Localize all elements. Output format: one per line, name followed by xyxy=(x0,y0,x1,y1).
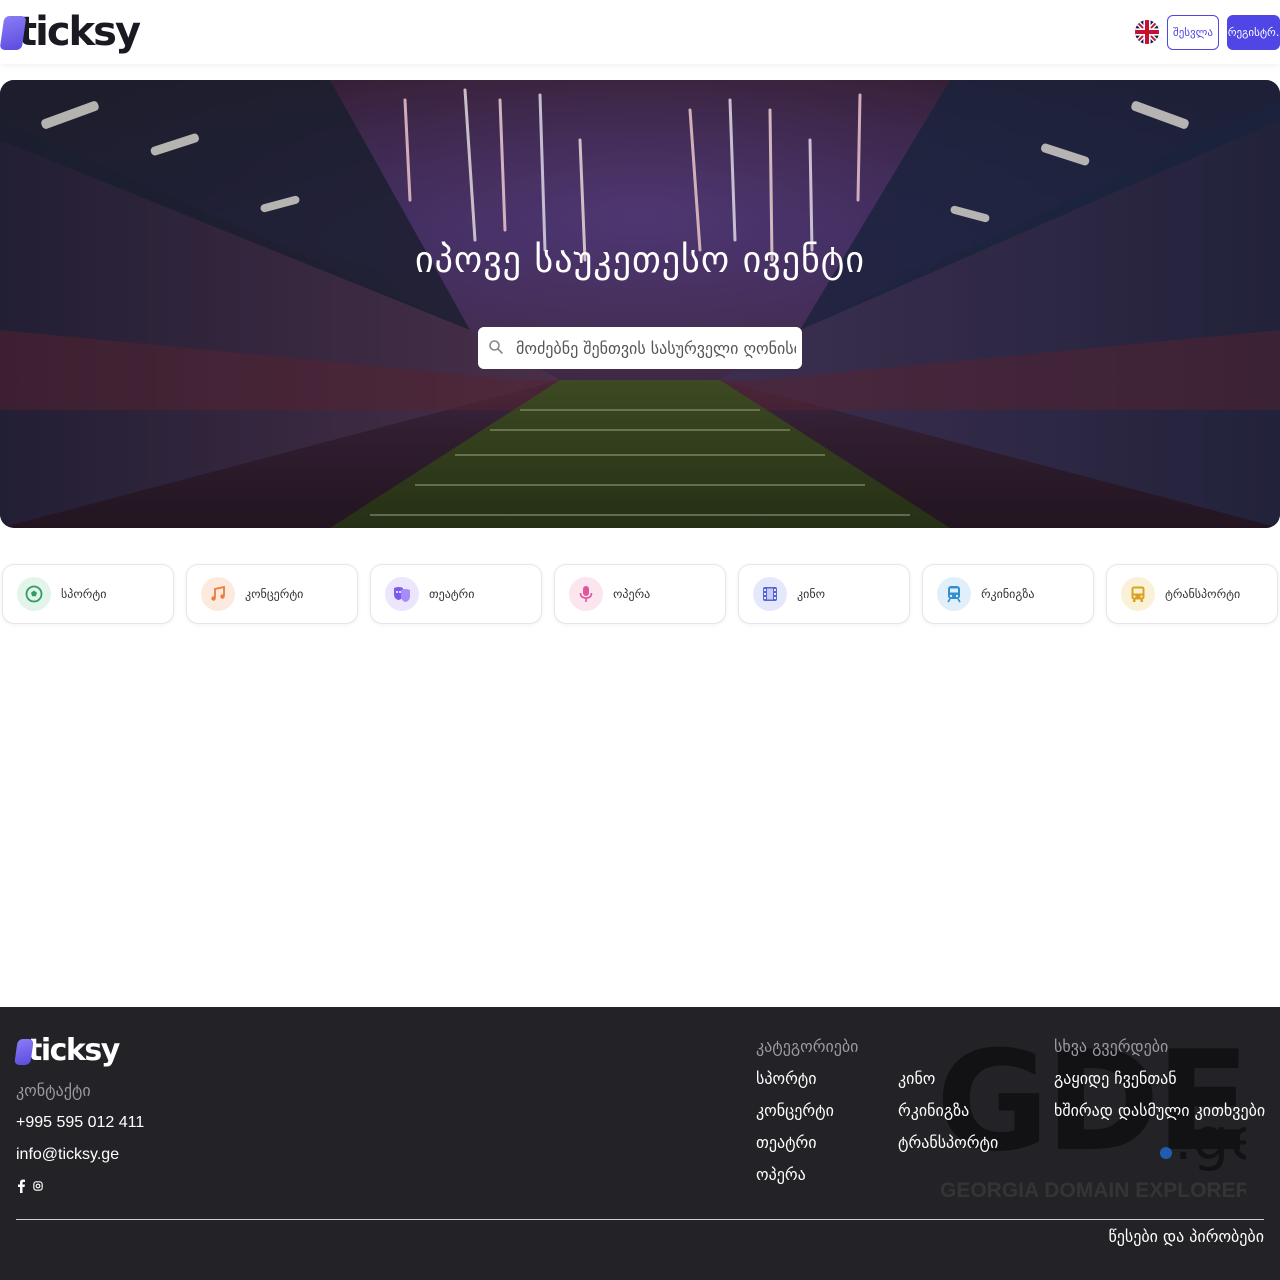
category-list: სპორტი კონცერტი თეატრი ოპერა კინო რკინიგ… xyxy=(2,564,1280,624)
category-label: რკინიგზა xyxy=(981,587,1035,601)
categories-heading: კატეგორიები xyxy=(756,1037,859,1056)
theater-masks-icon xyxy=(385,577,419,611)
bus-icon xyxy=(1121,577,1155,611)
search-input[interactable] xyxy=(516,327,796,369)
category-label: კინო xyxy=(797,587,826,601)
site-footer: GDE .ge GEORGIA DOMAIN EXPLORER ticksy კ… xyxy=(0,1007,1280,1280)
footer-link-railway[interactable]: რკინიგზა xyxy=(898,1101,969,1120)
other-pages-heading: სხვა გვერდები xyxy=(1054,1037,1169,1056)
facebook-icon[interactable] xyxy=(16,1179,26,1193)
footer-link-faq[interactable]: ხშირად დასმული კითხვები xyxy=(1054,1101,1265,1120)
login-button[interactable]: შესვლა xyxy=(1167,15,1219,50)
event-search-box[interactable] xyxy=(478,327,802,369)
footer-link-cinema[interactable]: კინო xyxy=(898,1069,935,1088)
hero-banner: იპოვე საუკეთესო ივენტი xyxy=(0,80,1280,528)
category-card-concert[interactable]: კონცერტი xyxy=(186,564,358,624)
contact-heading: კონტაქტი xyxy=(16,1081,91,1100)
category-label: თეატრი xyxy=(429,587,475,601)
top-header: ticksy შესვლა რეგისტრ. xyxy=(0,0,1280,64)
footer-link-transport[interactable]: ტრანსპორტი xyxy=(898,1133,998,1152)
train-icon xyxy=(937,577,971,611)
footer-link-sport[interactable]: სპორტი xyxy=(756,1069,817,1088)
category-card-sport[interactable]: სპორტი xyxy=(2,564,174,624)
footer-link-sell-with-us[interactable]: გაყიდე ჩვენთან xyxy=(1054,1069,1177,1088)
uk-flag-icon[interactable] xyxy=(1135,20,1159,44)
category-label: ტრანსპორტი xyxy=(1165,587,1241,601)
contact-email[interactable]: info@ticksy.ge xyxy=(16,1146,119,1164)
category-label: კონცერტი xyxy=(245,587,304,601)
svg-text:GEORGIA DOMAIN EXPLORER: GEORGIA DOMAIN EXPLORER xyxy=(940,1179,1246,1202)
logo-text: ticksy xyxy=(18,9,141,55)
category-card-theater[interactable]: თეატრი xyxy=(370,564,542,624)
footer-logo-text: ticksy xyxy=(28,1033,120,1068)
category-card-cinema[interactable]: კინო xyxy=(738,564,910,624)
footer-link-theater[interactable]: თეატრი xyxy=(756,1133,817,1152)
category-label: ოპერა xyxy=(613,587,651,601)
terms-link[interactable]: წესები და პირობები xyxy=(1108,1227,1264,1246)
soccer-ball-icon xyxy=(17,577,51,611)
category-label: სპორტი xyxy=(61,587,107,601)
stadium-fireworks-image xyxy=(0,80,1280,528)
music-note-icon xyxy=(201,577,235,611)
film-icon xyxy=(753,577,787,611)
hero-title: იპოვე საუკეთესო ივენტი xyxy=(415,240,865,281)
register-button[interactable]: რეგისტრ. xyxy=(1227,15,1280,50)
footer-link-opera[interactable]: ოპერა xyxy=(756,1165,806,1184)
instagram-icon[interactable] xyxy=(33,1179,43,1193)
contact-phone[interactable]: +995 595 012 411 xyxy=(16,1114,144,1132)
footer-divider xyxy=(16,1219,1264,1220)
category-card-transport[interactable]: ტრანსპორტი xyxy=(1106,564,1278,624)
ticksy-logo[interactable]: ticksy xyxy=(0,9,141,55)
microphone-icon xyxy=(569,577,603,611)
search-icon xyxy=(489,340,503,354)
footer-logo[interactable]: ticksy xyxy=(14,1033,120,1068)
category-card-opera[interactable]: ოპერა xyxy=(554,564,726,624)
footer-link-concert[interactable]: კონცერტი xyxy=(756,1101,834,1120)
category-card-railway[interactable]: რკინიგზა xyxy=(922,564,1094,624)
